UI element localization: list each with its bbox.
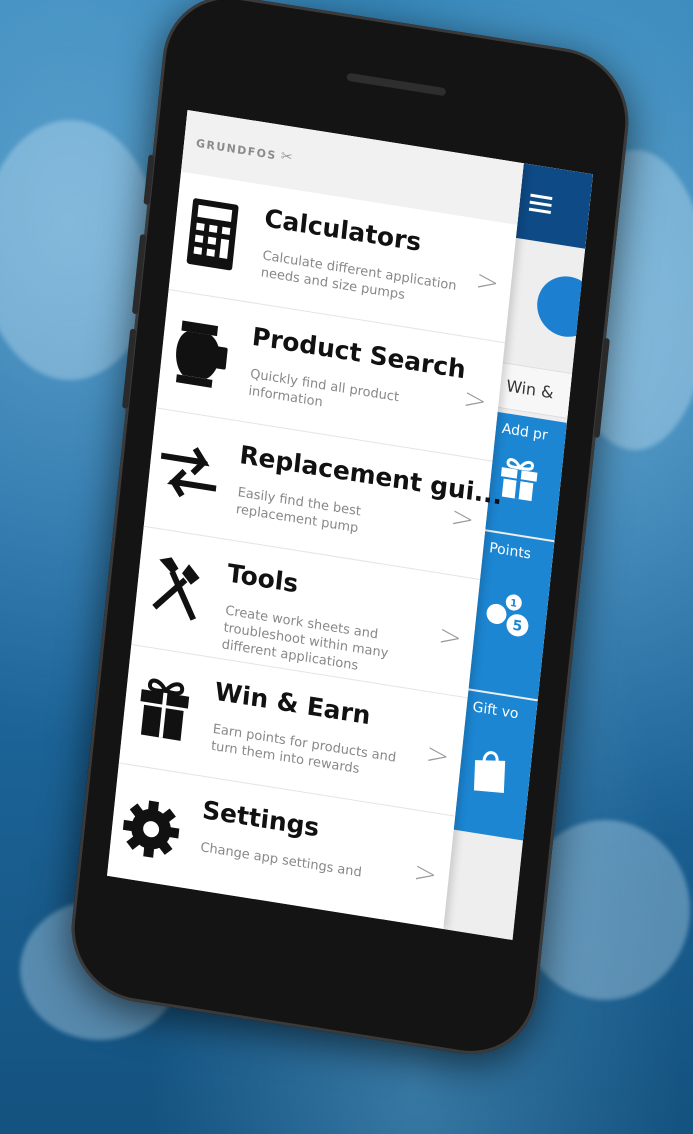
menu-item-description: Change app settings and (199, 840, 363, 881)
svg-text:5: 5 (512, 618, 523, 635)
section-title: Win & (498, 362, 579, 420)
tile-add-product[interactable]: Add pr (485, 411, 567, 541)
svg-text:1: 1 (510, 598, 518, 610)
tile-label: Add pr (501, 420, 549, 444)
calculator-icon (186, 198, 239, 271)
avatar[interactable] (534, 272, 593, 342)
menu-item-description: Earn points for products and turn them i… (210, 721, 397, 778)
chevron-right-icon: > (411, 854, 439, 892)
tile-label: Gift vo (471, 699, 520, 723)
tile-gift-voucher[interactable]: Gift vo (453, 690, 538, 841)
chevron-right-icon: > (436, 618, 464, 655)
menu-item-title: Calculators (263, 203, 423, 257)
pump-icon (175, 320, 228, 388)
logo-mark-icon: ✂ (279, 148, 295, 167)
gift-icon (140, 678, 190, 741)
chevron-right-icon: > (424, 736, 452, 774)
swap-arrows-icon (160, 447, 217, 498)
chevron-right-icon: > (474, 263, 501, 300)
hamburger-menu-icon[interactable] (528, 190, 553, 218)
menu-item-title: Settings (200, 795, 321, 843)
phone-screen: GRUNDFOS ✂ Calculators Calculate differe… (107, 109, 593, 941)
chevron-right-icon: > (449, 499, 476, 537)
tile-label: Points (488, 540, 532, 563)
chevron-right-icon: > (461, 381, 489, 418)
gear-icon (122, 800, 180, 858)
menu-item-title: Win & Earn (213, 676, 372, 731)
earpiece-speaker (346, 72, 447, 97)
shopping-bag-icon (473, 751, 506, 794)
points-icon: 5 1 (486, 594, 529, 637)
menu-item-title: Tools (225, 558, 300, 599)
tools-icon (152, 557, 200, 621)
logo-text: GRUNDFOS (195, 136, 278, 162)
app-header (515, 163, 593, 249)
menu-item-description: Calculate different application needs an… (260, 248, 458, 304)
gift-icon (500, 458, 538, 502)
